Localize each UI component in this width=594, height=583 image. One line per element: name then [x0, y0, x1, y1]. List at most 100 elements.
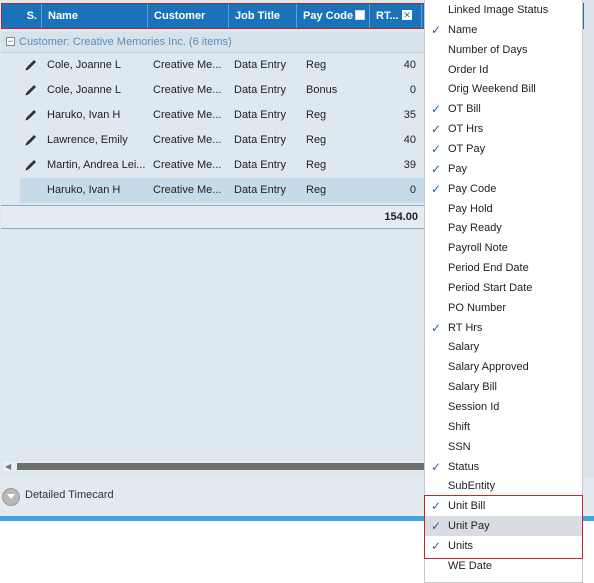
- menu-item-number-of-days[interactable]: Number of Days: [425, 40, 582, 60]
- column-header-job-title[interactable]: Job Title: [229, 4, 297, 28]
- menu-item-label: Salary Bill: [448, 381, 497, 394]
- table-row[interactable]: Haruko, Ivan H Creative Me... Data Entry Re…: [20, 178, 424, 203]
- scroll-left-icon[interactable]: ◀: [5, 462, 11, 471]
- menu-item-label: Shift: [448, 420, 471, 433]
- menu-item-unit-bill[interactable]: ✓ Unit Bill: [425, 496, 582, 516]
- menu-item-label: Period End Date: [448, 262, 529, 275]
- edit-pencil-icon[interactable]: [23, 57, 39, 73]
- cell-paycode: Bonus: [306, 84, 338, 96]
- cell-paycode: Reg: [306, 134, 327, 146]
- menu-item-salary-bill[interactable]: Salary Bill: [425, 377, 582, 397]
- detailed-timecard-label[interactable]: Detailed Timecard: [25, 489, 114, 501]
- menu-item-orig-weekend-bill[interactable]: Orig Weekend Bill: [425, 79, 582, 99]
- rt-hours-total: 154.00: [384, 211, 418, 223]
- menu-item-period-start-date[interactable]: Period Start Date: [425, 278, 582, 298]
- menu-item-salary-approved[interactable]: Salary Approved: [425, 357, 582, 377]
- table-row[interactable]: Haruko, Ivan H Creative Me... Data Entry Re…: [20, 103, 424, 128]
- menu-item-payroll-note[interactable]: Payroll Note: [425, 238, 582, 258]
- menu-item-linked-image-status[interactable]: Linked Image Status: [425, 0, 582, 20]
- menu-item-label: Pay Code: [448, 182, 497, 195]
- cell-job: Data Entry: [234, 134, 286, 146]
- column-header-s[interactable]: S.: [2, 4, 42, 28]
- menu-item-label: Name: [448, 23, 478, 36]
- menu-item-shift[interactable]: Shift: [425, 417, 582, 437]
- collapse-group-icon[interactable]: −: [6, 37, 15, 46]
- menu-item-ot-bill[interactable]: ✓ OT Bill: [425, 99, 582, 119]
- cell-name: Martin, Andrea Lei...: [47, 159, 146, 171]
- table-row[interactable]: Martin, Andrea Lei... Creative Me... Data …: [20, 153, 424, 178]
- cell-rt-hours: 40: [403, 134, 416, 146]
- menu-item-label: Status: [448, 460, 480, 473]
- menu-item-po-number[interactable]: PO Number: [425, 298, 582, 318]
- edit-pencil-icon[interactable]: [23, 157, 39, 173]
- checkmark-icon: ✓: [431, 102, 442, 117]
- menu-item-label: Pay: [448, 162, 467, 175]
- checkmark-icon: ✓: [431, 459, 442, 474]
- menu-item-label: Salary Approved: [448, 361, 529, 374]
- menu-item-unit-pay[interactable]: ✓ Unit Pay: [425, 516, 582, 537]
- table-row[interactable]: Cole, Joanne L Creative Me... Data Entry Bo…: [20, 78, 424, 103]
- menu-item-name[interactable]: ✓ Name: [425, 20, 582, 40]
- cell-job: Data Entry: [234, 159, 286, 171]
- cell-customer: Creative Me...: [153, 84, 222, 96]
- menu-item-session-id[interactable]: Session Id: [425, 397, 582, 417]
- menu-item-units[interactable]: ✓ Units: [425, 536, 582, 556]
- column-chooser-menu: Linked Image Status ✓ Name Number of Days Or…: [424, 0, 583, 583]
- menu-item-pay-hold[interactable]: Pay Hold: [425, 199, 582, 219]
- cell-name: Cole, Joanne L: [47, 59, 121, 71]
- menu-item-pay-ready[interactable]: Pay Ready: [425, 218, 582, 238]
- menu-item-ot-pay[interactable]: ✓ OT Pay: [425, 139, 582, 159]
- cell-name: Cole, Joanne L: [47, 84, 121, 96]
- edit-pencil-icon[interactable]: [23, 132, 39, 148]
- column-remove-icon[interactable]: ✕: [402, 10, 412, 20]
- menu-item-pay[interactable]: ✓ Pay: [425, 159, 582, 179]
- menu-item-label: Units: [448, 539, 474, 552]
- cell-paycode: Reg: [306, 59, 327, 71]
- menu-item-status[interactable]: ✓ Status: [425, 457, 582, 477]
- column-header-customer[interactable]: Customer: [148, 4, 229, 28]
- menu-item-pay-code[interactable]: ✓ Pay Code: [425, 179, 582, 199]
- menu-item-we-date[interactable]: WE Date: [425, 556, 582, 576]
- menu-item-label: Number of Days: [448, 43, 528, 56]
- cell-rt-hours: 39: [403, 159, 416, 171]
- edit-pencil-icon[interactable]: [23, 82, 39, 98]
- cell-job: Data Entry: [234, 109, 286, 121]
- scrollbar-thumb[interactable]: [17, 463, 424, 470]
- cell-paycode: Reg: [306, 159, 327, 171]
- menu-item-period-end-date[interactable]: Period End Date: [425, 258, 582, 278]
- table-row[interactable]: Cole, Joanne L Creative Me... Data Entry Re…: [20, 53, 424, 78]
- menu-item-label: OT Hrs: [448, 123, 484, 136]
- menu-item-label: RT Hrs: [448, 321, 483, 334]
- horizontal-scrollbar[interactable]: ◀: [3, 462, 424, 471]
- menu-item-salary[interactable]: Salary: [425, 337, 582, 357]
- column-header-rt[interactable]: RT...: [370, 4, 422, 28]
- menu-item-subentity[interactable]: SubEntity: [425, 476, 582, 496]
- cell-paycode: Reg: [306, 184, 327, 196]
- cell-customer: Creative Me...: [153, 134, 222, 146]
- cell-customer: Creative Me...: [153, 109, 222, 121]
- pay-code-filter-icon[interactable]: [355, 10, 365, 20]
- cell-rt-hours: 0: [409, 184, 416, 196]
- menu-item-label: Pay Hold: [448, 202, 493, 215]
- menu-item-rt-hrs[interactable]: ✓ RT Hrs: [425, 318, 582, 338]
- menu-item-ot-hrs[interactable]: ✓ OT Hrs: [425, 119, 582, 139]
- edit-pencil-icon[interactable]: [23, 107, 39, 123]
- cell-job: Data Entry: [234, 59, 286, 71]
- column-header-name[interactable]: Name: [42, 4, 148, 28]
- checkmark-icon: ✓: [431, 499, 442, 514]
- table-row[interactable]: Lawrence, Emily Creative Me... Data Entry R…: [20, 128, 424, 153]
- checkmark-icon: ✓: [431, 22, 442, 37]
- group-label: Customer: Creative Memories Inc. (6 item…: [19, 36, 232, 48]
- menu-item-label: WE Date: [448, 559, 493, 572]
- group-row[interactable]: − Customer: Creative Memories Inc. (6 it…: [1, 32, 424, 53]
- menu-item-label: Linked Image Status: [448, 4, 549, 16]
- checkmark-icon: ✓: [431, 161, 442, 176]
- cell-rt-hours: 40: [403, 59, 416, 71]
- menu-item-label: Pay Ready: [448, 222, 502, 235]
- cell-paycode: Reg: [306, 109, 327, 121]
- menu-item-order-id[interactable]: Order Id: [425, 60, 582, 80]
- expand-detail-icon[interactable]: [2, 488, 20, 506]
- cell-name: Lawrence, Emily: [47, 134, 128, 146]
- menu-item-ssn[interactable]: SSN: [425, 437, 582, 457]
- menu-item-label: OT Pay: [448, 142, 486, 155]
